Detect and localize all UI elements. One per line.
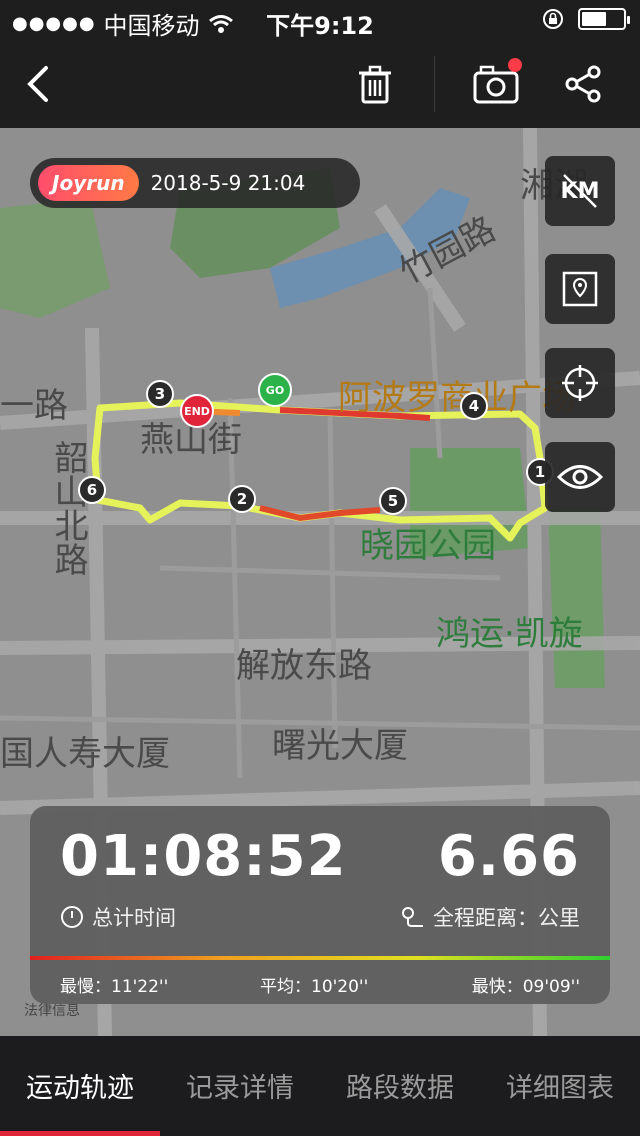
crosshair-icon bbox=[562, 365, 598, 401]
map-label: 鸿运·凯旋 bbox=[436, 614, 583, 654]
map-label: 一路 bbox=[0, 386, 68, 426]
nav-divider bbox=[434, 56, 435, 112]
km-marker: 6 bbox=[78, 476, 106, 504]
total-time-label: 总计时间 bbox=[92, 906, 176, 930]
rotation-lock-icon bbox=[543, 9, 563, 29]
distance-value: 6.66 bbox=[437, 824, 580, 889]
trash-icon bbox=[359, 65, 391, 104]
map-label: 国人寿大厦 bbox=[0, 734, 170, 774]
fastest-pace: 最快：09'09'' bbox=[471, 977, 580, 997]
tab-bar: 运动轨迹 记录详情 路段数据 详细图表 bbox=[0, 1036, 640, 1136]
map-label: 解放东路 bbox=[236, 646, 372, 686]
share-button[interactable] bbox=[554, 54, 614, 114]
km-marker: 3 bbox=[146, 380, 174, 408]
battery-icon bbox=[578, 8, 630, 30]
end-marker: END bbox=[180, 394, 214, 428]
map-label: 韶山北路 bbox=[48, 440, 88, 576]
app-root: ●●●●● 中国移动 下午9:12 竹园路 阿波罗商业广场 一路 燕山街 韶山北… bbox=[0, 0, 640, 1136]
tab-record-details[interactable]: 记录详情 bbox=[160, 1066, 320, 1105]
map-pin-icon bbox=[562, 271, 598, 307]
status-bar: ●●●●● 中国移动 下午9:12 bbox=[0, 0, 640, 40]
total-time-value: 01:08:52 bbox=[60, 824, 347, 889]
km-marker: 4 bbox=[460, 392, 488, 420]
distance-label: 全程距离：公里 bbox=[433, 906, 580, 930]
locate-button[interactable] bbox=[545, 348, 615, 418]
tab-detailed-charts[interactable]: 详细图表 bbox=[480, 1066, 640, 1105]
delete-button[interactable] bbox=[345, 54, 405, 114]
start-marker: GO bbox=[258, 373, 292, 407]
strike-icon bbox=[563, 174, 597, 208]
slowest-pace: 最慢：11'22'' bbox=[60, 977, 169, 997]
map-view[interactable]: 湘湖 竹园路 阿波罗商业广场 一路 燕山街 韶山北路 晓园公园 鸿运·凯旋 解放… bbox=[0, 128, 640, 1036]
active-tab-indicator bbox=[0, 1131, 160, 1136]
run-date: 2018-5-9 21:04 bbox=[150, 171, 306, 195]
brand-logo: Joyrun bbox=[38, 165, 139, 201]
km-marker: 2 bbox=[228, 485, 256, 513]
tab-segment-data[interactable]: 路段数据 bbox=[320, 1066, 480, 1105]
notification-dot bbox=[508, 58, 522, 72]
map-style-button[interactable] bbox=[545, 254, 615, 324]
pace-gradient-bar bbox=[30, 956, 610, 960]
km-marker: 5 bbox=[379, 487, 407, 515]
route-icon bbox=[402, 907, 423, 927]
average-pace: 平均：10'20'' bbox=[260, 977, 369, 997]
status-right bbox=[542, 8, 630, 30]
total-time-caption: 总计时间 bbox=[60, 902, 176, 932]
nav-bar bbox=[0, 40, 640, 128]
back-icon bbox=[27, 66, 48, 102]
map-label: 晓园公园 bbox=[360, 526, 496, 566]
share-icon bbox=[565, 65, 601, 103]
tab-track[interactable]: 运动轨迹 bbox=[0, 1066, 160, 1105]
map-label: 曙光大厦 bbox=[272, 726, 408, 766]
camera-button[interactable] bbox=[466, 54, 526, 114]
eye-icon bbox=[557, 465, 603, 489]
clock-icon bbox=[61, 906, 83, 928]
stats-card: 01:08:52 6.66 总计时间 全程距离：公里 最慢：11'22'' 平均… bbox=[30, 806, 610, 1004]
back-button[interactable] bbox=[8, 54, 68, 114]
map-label: 阿波罗商业广场 bbox=[338, 378, 576, 418]
distance-caption: 全程距离：公里 bbox=[399, 902, 580, 932]
run-info-pill: Joyrun 2018-5-9 21:04 bbox=[30, 158, 360, 208]
visibility-button[interactable] bbox=[545, 442, 615, 512]
km-toggle-button[interactable]: KM bbox=[545, 156, 615, 226]
